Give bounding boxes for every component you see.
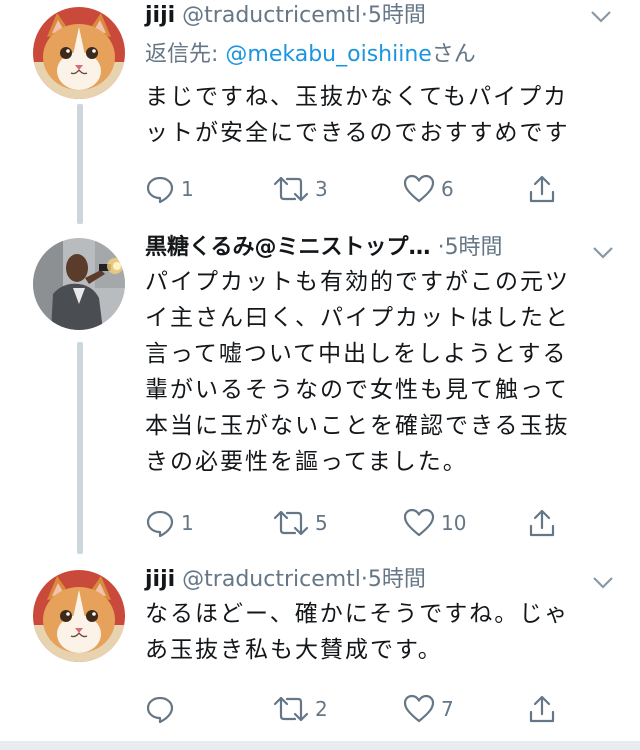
tweet-text-line: ットが安全にできるのでおすすめです xyxy=(145,120,570,146)
like-count: 6 xyxy=(441,177,454,201)
retweet-icon xyxy=(273,510,309,536)
share-icon xyxy=(529,509,555,537)
retweet-icon xyxy=(273,176,309,202)
reply-count: 1 xyxy=(181,511,194,535)
tweet-text-line: 本当に玉がないことを確認できる玉抜 xyxy=(145,413,570,439)
retweet-button[interactable]: 3 xyxy=(273,172,328,206)
reply-button[interactable]: 1 xyxy=(145,506,194,540)
tweet-text-line: なるほどー、確かにそうですね。じゃ xyxy=(145,601,570,627)
action-bar: 2 7 xyxy=(145,692,575,726)
mention-link[interactable]: @mekabu_oishiine xyxy=(225,42,431,67)
tweet-header: jiji @traductricemtl·5時間 xyxy=(145,0,426,32)
retweet-icon xyxy=(273,696,309,722)
timestamp[interactable]: 5時間 xyxy=(445,235,503,260)
avatar[interactable] xyxy=(33,570,125,662)
tweet-text: まじですね、玉抜かなくてもパイプカ ットが安全にできるのでおすすめです xyxy=(145,79,625,151)
tweet-text: パイプカットも有効的ですがこの元ツ イ主さん曰く、パイプカットはしたと 言って嘘… xyxy=(145,264,625,480)
chevron-down-icon[interactable] xyxy=(590,572,616,592)
separator: · xyxy=(360,567,368,592)
like-button[interactable]: 10 xyxy=(403,506,466,540)
tweet[interactable]: jiji @traductricemtl·5時間 返信先: @mekabu_oi… xyxy=(0,0,640,230)
like-button[interactable]: 6 xyxy=(403,172,454,206)
share-icon xyxy=(529,175,555,203)
tweet-text-line: パイプカットも有効的ですがこの元ツ xyxy=(145,269,570,295)
retweet-button[interactable]: 5 xyxy=(273,506,328,540)
username[interactable]: @traductricemtl xyxy=(182,3,361,28)
timestamp[interactable]: 5時間 xyxy=(368,567,426,592)
reply-icon xyxy=(146,176,174,204)
reply-button[interactable] xyxy=(145,692,181,726)
tweet-header: 黒糖くるみ@ミニストップ… ·5時間 xyxy=(145,232,503,264)
tweet-text-line: 輩がいるそうなので女性も見て触って xyxy=(145,377,569,403)
bottom-divider xyxy=(0,741,640,750)
reply-prefix: 返信先: xyxy=(145,42,226,67)
reply-icon xyxy=(146,510,174,538)
tweet-text: なるほどー、確かにそうですね。じゃ あ玉抜き私も大賛成です。 xyxy=(145,596,625,668)
retweet-count: 3 xyxy=(315,177,328,201)
share-button[interactable] xyxy=(527,692,557,726)
tweet-text-line: まじですね、玉抜かなくてもパイプカ xyxy=(145,84,569,110)
tweet-text-line: あ玉抜き私も大賛成です。 xyxy=(145,637,443,663)
display-name[interactable]: jiji xyxy=(145,3,175,28)
avatar[interactable] xyxy=(33,7,125,99)
tweet[interactable]: 黒糖くるみ@ミニストップ… ·5時間 パイプカットも有効的ですがこの元ツ イ主さ… xyxy=(0,232,640,562)
reply-button[interactable]: 1 xyxy=(145,172,194,206)
reply-to: 返信先: @mekabu_oishiineさん xyxy=(145,39,476,71)
like-count: 10 xyxy=(441,511,467,535)
reply-icon xyxy=(146,696,174,724)
retweet-button[interactable]: 2 xyxy=(273,692,328,726)
display-name[interactable]: jiji xyxy=(145,567,175,592)
reply-suffix: さん xyxy=(431,42,476,67)
tweet-text-line: イ主さん曰く、パイプカットはしたと xyxy=(145,305,570,331)
heart-icon xyxy=(403,174,435,203)
tweet[interactable]: jiji @traductricemtl·5時間 なるほどー、確かにそうですね。… xyxy=(0,564,640,740)
chevron-down-icon[interactable] xyxy=(590,242,616,262)
retweet-count: 2 xyxy=(315,697,328,721)
heart-icon xyxy=(403,694,435,723)
retweet-count: 5 xyxy=(315,511,328,535)
display-name[interactable]: 黒糖くるみ@ミニストップ… xyxy=(145,235,431,260)
separator: · xyxy=(437,235,445,260)
action-bar: 1 3 6 xyxy=(145,172,575,206)
tweet-header: jiji @traductricemtl·5時間 xyxy=(145,564,426,596)
separator: · xyxy=(360,3,368,28)
action-bar: 1 5 10 xyxy=(145,506,575,540)
reply-count: 1 xyxy=(181,177,194,201)
chevron-down-icon[interactable] xyxy=(588,6,614,26)
tweet-text-line: きの必要性を謳ってました。 xyxy=(145,449,468,475)
man-with-gun-avatar-image xyxy=(33,238,125,330)
username[interactable]: @traductricemtl xyxy=(182,567,361,592)
share-button[interactable] xyxy=(527,172,557,206)
like-count: 7 xyxy=(441,697,454,721)
share-icon xyxy=(529,695,555,723)
avatar[interactable] xyxy=(33,238,125,330)
cat-avatar-image xyxy=(33,570,125,662)
heart-icon xyxy=(403,508,435,537)
share-button[interactable] xyxy=(527,506,557,540)
timestamp[interactable]: 5時間 xyxy=(368,3,426,28)
tweet-text-line: 言って嘘ついて中出しをしようとする xyxy=(145,341,568,367)
cat-avatar-image xyxy=(33,7,125,99)
like-button[interactable]: 7 xyxy=(403,692,454,726)
